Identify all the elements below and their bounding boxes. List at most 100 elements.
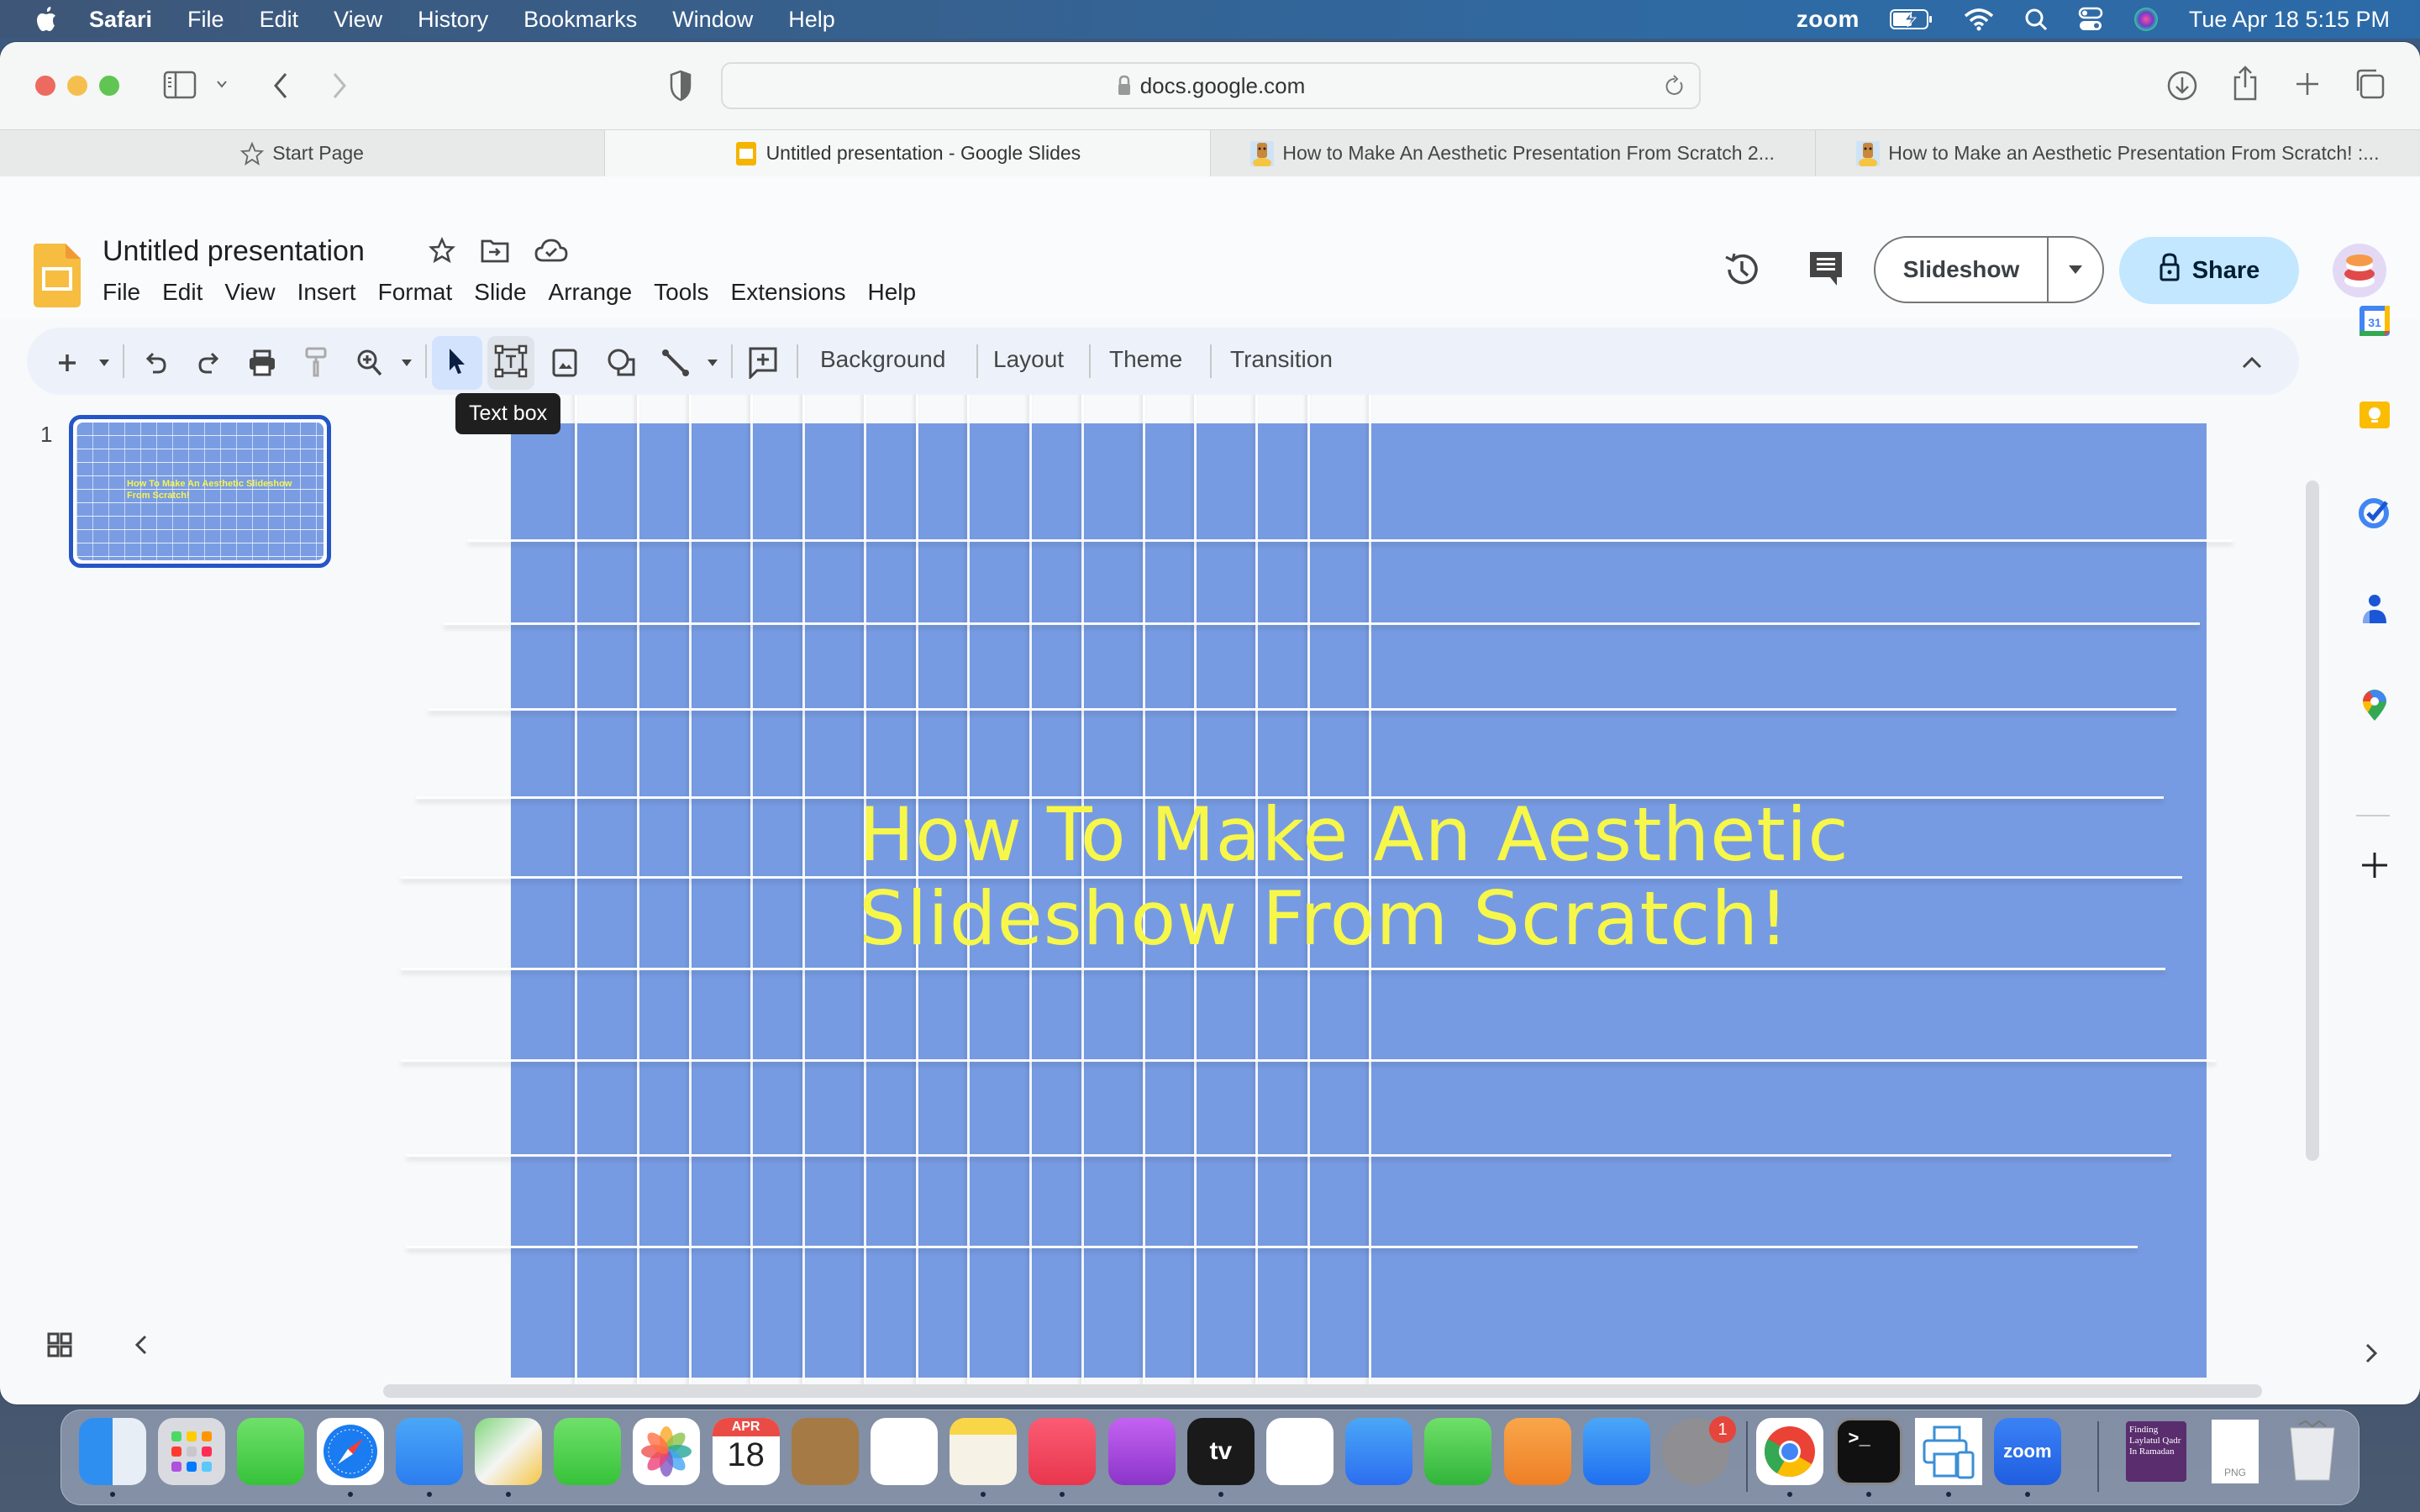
slide[interactable]: How To Make An Aesthetic Slideshow From … [400, 395, 2233, 1386]
zoom-dropdown-icon[interactable] [397, 336, 417, 390]
sidebar-toggle-icon[interactable] [163, 71, 197, 99]
minimize-window-button[interactable] [67, 76, 87, 96]
dock-app-mail[interactable] [395, 1418, 463, 1485]
version-history-icon[interactable] [1723, 250, 1761, 289]
close-window-button[interactable] [35, 76, 55, 96]
layout-button[interactable]: Layout [993, 346, 1064, 373]
star-icon[interactable] [428, 236, 456, 268]
tab-google-slides[interactable]: Untitled presentation - Google Slides [605, 130, 1211, 176]
google-maps-icon[interactable] [2358, 689, 2391, 722]
dock-app-keynote[interactable] [1345, 1418, 1413, 1485]
gs-menu-view[interactable]: View [224, 279, 275, 306]
gs-menu-slide[interactable]: Slide [474, 279, 526, 306]
dock-app-launchpad[interactable] [158, 1418, 226, 1485]
apple-menu-icon[interactable] [34, 5, 59, 34]
menu-history[interactable]: History [418, 7, 488, 33]
shape-icon[interactable] [603, 336, 640, 390]
spotlight-search-icon[interactable] [2024, 8, 2048, 31]
dock-app-pages[interactable] [1503, 1418, 1571, 1485]
fullscreen-window-button[interactable] [99, 76, 119, 96]
slide-title-textbox[interactable]: How To Make An Aesthetic Slideshow From … [859, 793, 1849, 961]
dock-app-messages[interactable] [237, 1418, 305, 1485]
account-avatar[interactable] [2333, 244, 2386, 297]
dock-png-file[interactable]: PNG [2202, 1418, 2269, 1485]
clock[interactable]: Tue Apr 18 5:15 PM [2189, 7, 2390, 33]
dock-app-reminders[interactable] [871, 1418, 938, 1485]
menu-edit[interactable]: Edit [260, 7, 299, 33]
share-button[interactable]: Share [2119, 237, 2299, 304]
gs-menu-format[interactable]: Format [378, 279, 453, 306]
print-icon[interactable] [245, 336, 279, 390]
collapse-filmstrip-icon[interactable] [133, 1332, 150, 1357]
get-add-ons-icon[interactable] [2358, 848, 2391, 882]
battery-charging-icon[interactable] [1889, 8, 1933, 30]
gs-menu-help[interactable]: Help [868, 279, 917, 306]
new-tab-icon[interactable] [2294, 71, 2321, 97]
line-dropdown-icon[interactable] [702, 336, 723, 390]
dock-app-chrome[interactable] [1756, 1418, 1824, 1485]
slideshow-button[interactable]: Slideshow [1874, 236, 2104, 303]
dock-app-safari[interactable] [316, 1418, 384, 1485]
zoom-icon[interactable] [353, 336, 387, 390]
tab-overview-icon[interactable] [2353, 67, 2386, 101]
gs-menu-insert[interactable]: Insert [297, 279, 356, 306]
google-slides-logo-icon[interactable] [34, 244, 81, 312]
menu-bookmarks[interactable]: Bookmarks [523, 7, 637, 33]
gs-menu-arrange[interactable]: Arrange [549, 279, 633, 306]
google-tasks-icon[interactable] [2358, 496, 2391, 529]
dock-app-facetime[interactable] [554, 1418, 622, 1485]
forward-icon[interactable] [329, 69, 350, 102]
downloads-icon[interactable] [2166, 69, 2198, 102]
dock-app-app-store[interactable] [1582, 1418, 1650, 1485]
dock-app-zoom[interactable]: zoom [1993, 1418, 2061, 1485]
new-slide-dropdown-icon[interactable] [94, 336, 114, 390]
gs-menu-file[interactable]: File [103, 279, 140, 306]
transition-button[interactable]: Transition [1230, 346, 1333, 373]
dock-app-maps[interactable] [475, 1418, 542, 1485]
menu-app-name[interactable]: Safari [89, 7, 152, 33]
dock-app-tv[interactable]: tv [1186, 1418, 1255, 1485]
redo-icon[interactable] [192, 336, 225, 390]
menu-help[interactable]: Help [788, 7, 835, 33]
back-icon[interactable] [271, 69, 291, 102]
share-page-icon[interactable] [2232, 64, 2259, 102]
privacy-shield-icon[interactable] [669, 69, 692, 102]
paint-format-icon[interactable] [299, 336, 333, 390]
zoom-status-item[interactable]: zoom [1797, 6, 1860, 33]
slideshow-dropdown-icon[interactable] [2049, 264, 2102, 276]
comments-icon[interactable] [1808, 250, 1844, 287]
tab-video-2[interactable]: How to Make an Aesthetic Presentation Fr… [1816, 130, 2420, 176]
vertical-scrollbar[interactable] [2306, 480, 2319, 1161]
gs-menu-extensions[interactable]: Extensions [731, 279, 846, 306]
show-side-panel-icon[interactable] [2363, 1341, 2380, 1366]
gs-menu-edit[interactable]: Edit [162, 279, 203, 306]
add-comment-icon[interactable] [746, 336, 780, 390]
dock-app-printer[interactable] [1914, 1418, 1982, 1485]
text-box-tool[interactable] [487, 336, 534, 390]
dock-app-music[interactable] [1028, 1418, 1097, 1485]
tab-start-page[interactable]: Start Page [0, 130, 606, 176]
chevron-down-icon[interactable] [215, 76, 229, 92]
gs-menu-tools[interactable]: Tools [654, 279, 708, 306]
slide-canvas[interactable]: How To Make An Aesthetic Slideshow From … [370, 395, 2302, 1386]
grid-view-icon[interactable] [47, 1332, 72, 1357]
google-keep-icon[interactable] [2358, 398, 2391, 432]
siri-icon[interactable] [2133, 7, 2159, 32]
dock-trash[interactable] [2279, 1418, 2346, 1485]
google-calendar-icon[interactable]: 31 [2358, 304, 2391, 338]
menu-file[interactable]: File [187, 7, 224, 33]
dock-app-numbers[interactable] [1424, 1418, 1492, 1485]
new-slide-icon[interactable] [52, 336, 82, 390]
select-tool[interactable] [432, 336, 482, 390]
dock-app-terminal[interactable]: >_ [1835, 1418, 1903, 1485]
control-center-icon[interactable] [2078, 7, 2103, 32]
move-to-folder-icon[interactable] [481, 238, 509, 267]
undo-icon[interactable] [139, 336, 173, 390]
dock-stack-document[interactable]: Finding Laylatul Qadr In Ramadan [2123, 1418, 2190, 1485]
wifi-icon[interactable] [1964, 8, 1994, 31]
background-button[interactable]: Background [820, 346, 945, 373]
document-title[interactable]: Untitled presentation [103, 235, 365, 268]
address-bar[interactable]: docs.google.com [721, 62, 1701, 109]
insert-image-icon[interactable] [548, 336, 581, 390]
dock-app-podcasts[interactable] [1107, 1418, 1176, 1485]
